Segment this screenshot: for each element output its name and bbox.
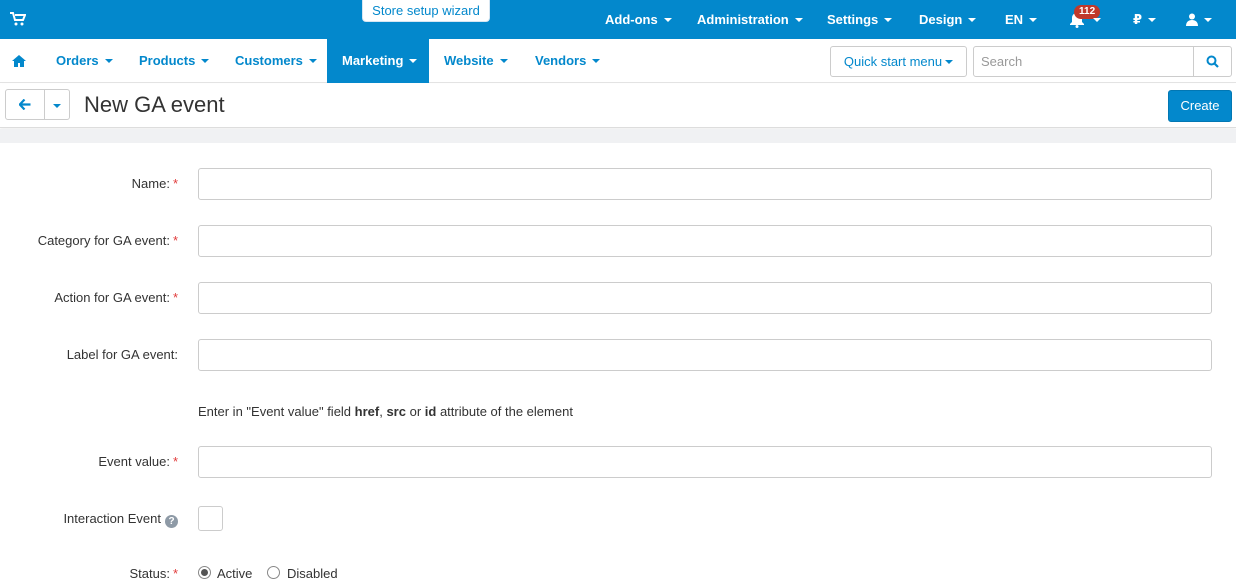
menu-administration[interactable]: Administration	[697, 0, 803, 39]
arrow-left-icon	[19, 99, 31, 110]
category-label: Category for GA event: *	[37, 233, 178, 248]
back-button[interactable]	[5, 89, 45, 120]
menu-addons[interactable]: Add-ons	[605, 0, 672, 39]
chevron-down-icon	[663, 17, 672, 22]
name-label: Name: *	[131, 176, 178, 191]
home-icon[interactable]	[12, 55, 26, 67]
chevron-down-icon	[201, 58, 210, 63]
action-label: Action for GA event: *	[54, 290, 178, 305]
menu-design[interactable]: Design	[919, 0, 977, 39]
page-title: New GA event	[84, 92, 225, 117]
status-active-label[interactable]: Active	[217, 566, 252, 581]
event-value-label: Event value: *	[98, 454, 178, 469]
menu-user[interactable]	[1186, 0, 1212, 39]
chevron-down-icon	[945, 59, 954, 64]
nav-orders[interactable]: Orders	[44, 39, 125, 83]
chevron-down-icon	[409, 58, 418, 63]
interaction-event-label: Interaction Event?	[63, 511, 178, 528]
chevron-down-icon	[1093, 0, 1101, 39]
chevron-down-icon	[104, 58, 113, 63]
chevron-down-icon	[592, 58, 601, 63]
name-input[interactable]	[198, 168, 1212, 200]
ga-label-input[interactable]	[198, 339, 1212, 371]
main-nav: Orders Products Customers Marketing Webs…	[0, 39, 1236, 83]
search-button[interactable]	[1193, 46, 1232, 77]
interaction-event-checkbox[interactable]	[198, 506, 223, 531]
user-icon	[1186, 13, 1198, 26]
cart-icon[interactable]	[10, 12, 26, 26]
chevron-down-icon	[1148, 17, 1157, 22]
search-input[interactable]	[973, 46, 1194, 77]
title-bar: New GA event Create	[0, 84, 1236, 128]
status-disabled-radio[interactable]	[267, 566, 280, 579]
menu-language[interactable]: EN	[1005, 0, 1038, 39]
nav-marketing[interactable]: Marketing	[327, 39, 429, 83]
event-value-input[interactable]	[198, 446, 1212, 478]
event-value-hint: Enter in "Event value" field href, src o…	[198, 404, 573, 419]
status-disabled-label[interactable]: Disabled	[287, 566, 338, 581]
help-icon[interactable]: ?	[165, 515, 178, 528]
action-input[interactable]	[198, 282, 1212, 314]
ga-label-label: Label for GA event:	[66, 347, 178, 362]
chevron-down-icon	[968, 17, 977, 22]
top-bar: Add-ons Administration Settings Design E…	[0, 0, 1236, 39]
status-active-radio[interactable]	[198, 566, 211, 579]
category-input[interactable]	[198, 225, 1212, 257]
chevron-down-icon	[1204, 17, 1212, 22]
status-label: Status: *	[129, 566, 178, 581]
search-icon	[1206, 55, 1219, 68]
create-button[interactable]: Create	[1168, 90, 1232, 122]
quick-start-menu-button[interactable]: Quick start menu	[830, 46, 967, 77]
actions-dropdown-button[interactable]	[44, 89, 70, 120]
menu-currency[interactable]: ₽	[1133, 0, 1157, 39]
nav-customers[interactable]: Customers	[223, 39, 329, 83]
chevron-down-icon	[308, 58, 317, 63]
nav-website[interactable]: Website	[432, 39, 520, 83]
nav-products[interactable]: Products	[127, 39, 221, 83]
nav-vendors[interactable]: Vendors	[523, 39, 612, 83]
chevron-down-icon	[1029, 17, 1038, 22]
chevron-down-icon	[884, 17, 893, 22]
chevron-down-icon	[53, 104, 61, 108]
content-divider	[0, 129, 1236, 143]
store-setup-wizard-button[interactable]: Store setup wizard	[362, 0, 490, 22]
chevron-down-icon	[794, 17, 803, 22]
chevron-down-icon	[499, 58, 508, 63]
menu-settings[interactable]: Settings	[827, 0, 893, 39]
